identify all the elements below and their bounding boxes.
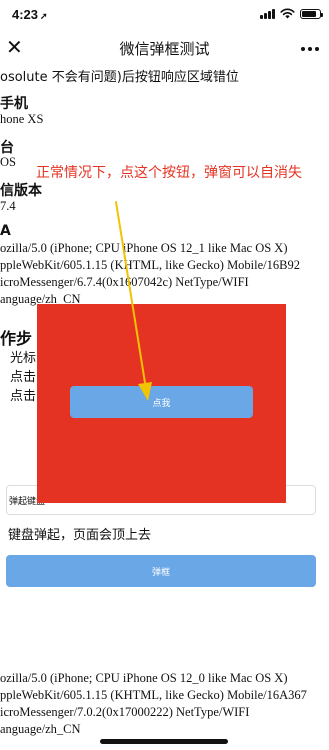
phone-model-heading: 手机 [0,96,28,112]
popup-trigger-button[interactable]: 弹框 [6,555,316,587]
battery-level [302,10,316,17]
ua-line: ozilla/5.0 (iPhone; CPU iPhone OS 12_0 l… [0,671,288,685]
home-indicator [100,739,228,744]
status-indicators [260,8,323,19]
page-title: 微信弹框测试 [119,40,210,58]
wechat-version-value: 7.4 [0,199,16,213]
keyboard-note: 键盘弹起，页面会顶上去 [8,528,152,543]
cellular-signal-icon [260,8,275,19]
ua-line: ppleWebKit/605.1.15 (KHTML, like Gecko) … [0,258,300,272]
issue-note: osolute 不会有问题)后按钮响应区域错位 [0,70,239,85]
wifi-icon [280,8,295,19]
battery-icon [300,8,323,19]
annotation-text: 正常情况下，点这个按钮，弹窗可以自消失 [36,165,302,181]
clock-text: 4:23 [12,7,39,22]
phone-model-value: hone XS [0,112,44,126]
ua-line: icroMessenger/7.0.2(0x17000222) NetType/… [0,705,250,719]
popup-overlay[interactable]: 点我 [37,304,286,503]
ua-line: icroMessenger/6.7.4(0x1607042c) NetType/… [0,275,249,289]
ua-line: ppleWebKit/605.1.15 (KHTML, like Gecko) … [0,688,307,702]
location-arrow-icon: ➚ [40,11,48,21]
ua-line: anguage/zh_CN [0,722,81,736]
status-bar: 4:23 ➚ [0,0,329,30]
status-time: 4:23 ➚ [12,7,48,22]
more-options-icon[interactable] [301,47,319,51]
ua-heading: A [0,223,11,239]
ua-line: ozilla/5.0 (iPhone; CPU iPhone OS 12_1 l… [0,241,288,255]
click-me-button[interactable]: 点我 [70,386,253,418]
platform-heading: 台 [0,140,14,156]
